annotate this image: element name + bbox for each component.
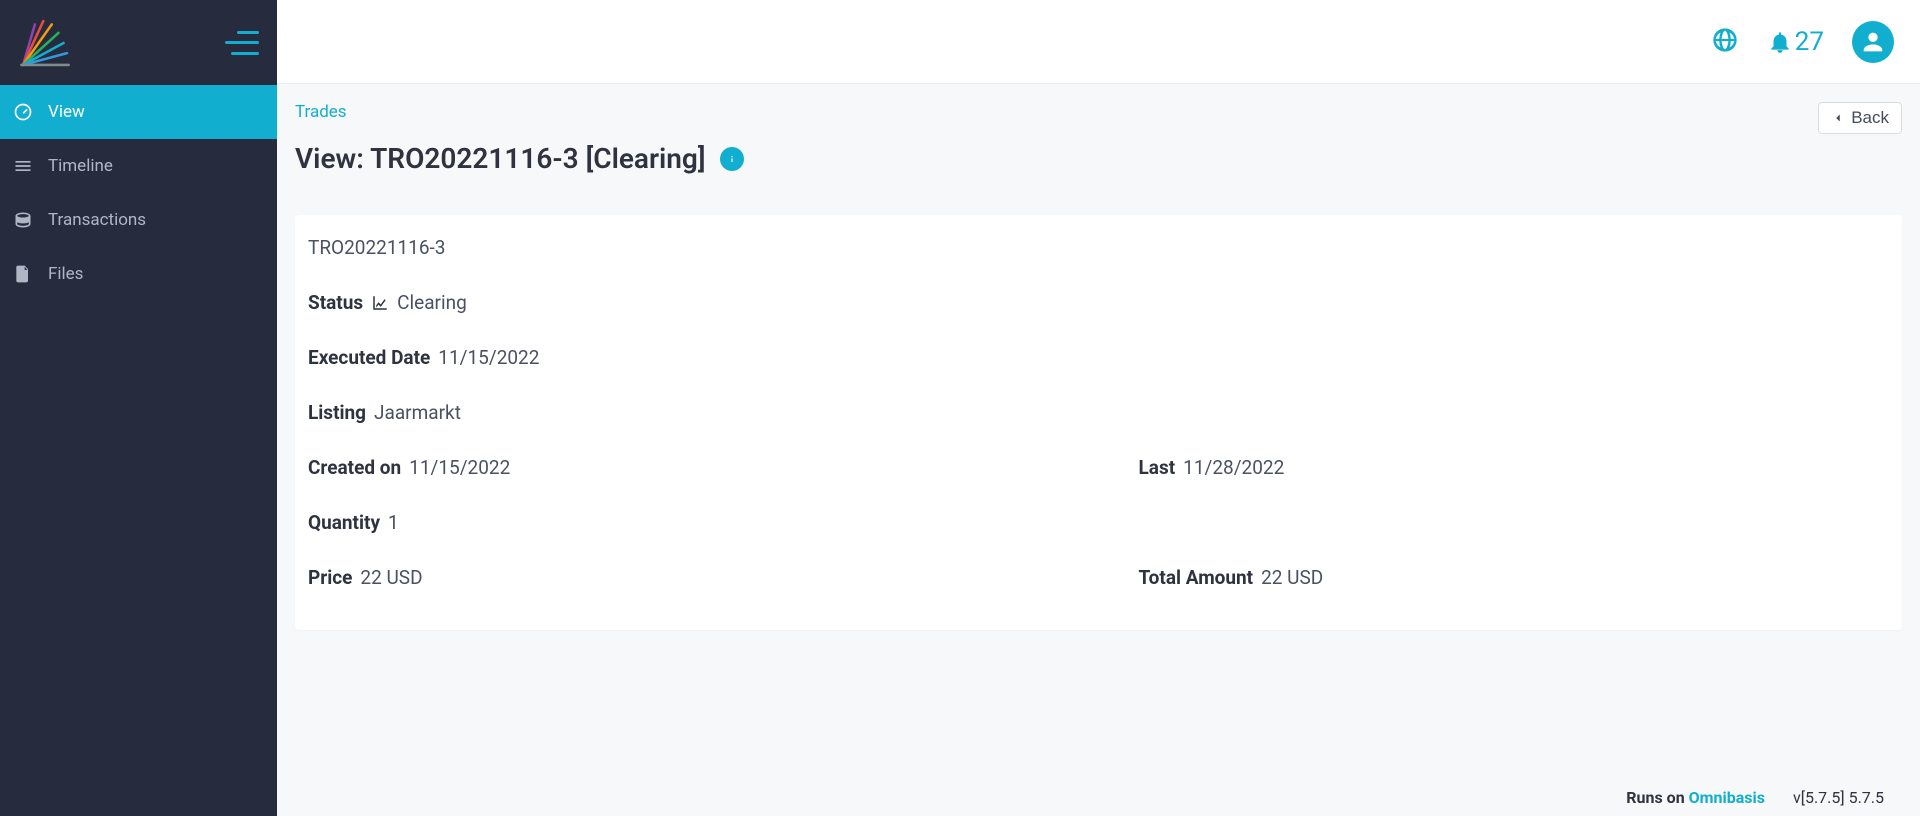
field-label: Status (308, 291, 363, 314)
timeline-icon (12, 156, 34, 176)
transactions-icon (12, 210, 34, 230)
user-icon (1859, 28, 1887, 56)
back-button[interactable]: Back (1818, 102, 1902, 134)
nav: View Timeline Transactions Files (0, 85, 277, 301)
field-value: 22 USD (360, 566, 422, 589)
globe-icon[interactable] (1711, 26, 1739, 58)
sidebar-item-label: Transactions (48, 210, 146, 230)
field-label: Price (308, 566, 352, 589)
sidebar-item-timeline[interactable]: Timeline (0, 139, 277, 193)
field-quantity: Quantity 1 (308, 511, 1889, 534)
content: Trades Back View: TRO20221116-3 [Clearin… (277, 84, 1920, 816)
info-button[interactable] (720, 147, 744, 171)
bell-icon (1767, 29, 1793, 55)
field-label: Total Amount (1139, 566, 1254, 589)
page-title: View: TRO20221116-3 [Clearing] (295, 142, 706, 175)
field-created-on: Created on 11/15/2022 (308, 456, 1059, 479)
order-id: TRO20221116-3 (308, 236, 1889, 259)
sidebar-header (0, 0, 277, 85)
footer-brand-link[interactable]: Omnibasis (1689, 788, 1765, 807)
field-value: Jaarmarkt (374, 401, 461, 424)
page-title-row: View: TRO20221116-3 [Clearing] (295, 142, 1902, 175)
sidebar-item-transactions[interactable]: Transactions (0, 193, 277, 247)
logo[interactable] (10, 13, 80, 73)
details-card: TRO20221116-3 Status Clearing Executed D… (295, 215, 1902, 630)
field-price: Price 22 USD (308, 566, 1059, 589)
chevron-left-icon (1831, 111, 1845, 125)
sidebar-item-label: View (48, 102, 85, 122)
user-avatar[interactable] (1852, 21, 1894, 63)
field-value: 1 (388, 511, 399, 534)
footer-version: v[5.7.5] 5.7.5 (1793, 788, 1884, 807)
field-value: Clearing (397, 291, 467, 314)
info-icon (725, 152, 739, 166)
field-label: Last (1139, 456, 1176, 479)
field-total-amount: Total Amount 22 USD (1139, 566, 1890, 589)
sidebar-item-files[interactable]: Files (0, 247, 277, 301)
field-value: 11/28/2022 (1183, 456, 1284, 479)
field-value: 22 USD (1261, 566, 1323, 589)
sidebar-item-label: Timeline (48, 156, 113, 176)
field-executed-date: Executed Date 11/15/2022 (308, 346, 1889, 369)
main: 27 Trades Back View: TRO20221116-3 [Clea… (277, 0, 1920, 816)
sidebar: View Timeline Transactions Files (0, 0, 277, 816)
sidebar-item-view[interactable]: View (0, 85, 277, 139)
breadcrumb-row: Trades Back (295, 102, 1902, 134)
notifications-button[interactable]: 27 (1767, 27, 1824, 57)
field-last: Last 11/28/2022 (1139, 456, 1890, 479)
footer-runs-prefix: Runs on (1626, 788, 1688, 807)
footer: Runs on Omnibasis v[5.7.5] 5.7.5 (295, 778, 1902, 816)
file-icon (12, 264, 34, 284)
menu-toggle-icon[interactable] (225, 31, 259, 55)
sidebar-item-label: Files (48, 264, 83, 284)
field-label: Quantity (308, 511, 380, 534)
footer-runs-on: Runs on Omnibasis (1626, 788, 1765, 807)
field-value: 11/15/2022 (438, 346, 539, 369)
field-status: Status Clearing (308, 291, 1889, 314)
field-value: 11/15/2022 (409, 456, 510, 479)
field-label: Executed Date (308, 346, 430, 369)
notifications-count: 27 (1795, 27, 1824, 57)
field-listing: Listing Jaarmarkt (308, 401, 1889, 424)
breadcrumb-trades[interactable]: Trades (295, 102, 347, 122)
field-label: Created on (308, 456, 401, 479)
field-label: Listing (308, 401, 366, 424)
topbar: 27 (277, 0, 1920, 84)
back-button-label: Back (1851, 108, 1889, 128)
line-chart-icon (371, 294, 389, 312)
gauge-icon (12, 102, 34, 122)
